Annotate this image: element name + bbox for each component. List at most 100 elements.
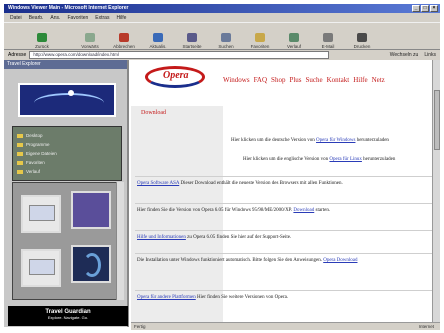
content-row: Hilfe und Informationen zu Opera 6.05 fi…: [137, 235, 292, 240]
menu-edit[interactable]: Bearb.: [29, 15, 44, 21]
sidebar-logo: [18, 83, 116, 117]
content-link[interactable]: Opera Software ASA: [137, 181, 179, 186]
menu-help[interactable]: Hilfe: [116, 15, 126, 21]
refresh-icon: [153, 33, 163, 42]
content-link[interactable]: Download: [293, 208, 314, 213]
content-row: Opera für andere Plattformen Hier finden…: [137, 295, 289, 300]
page-title: Download: [141, 110, 166, 116]
favorites-icon: [255, 33, 265, 42]
address-links: Wechseln zu Links: [390, 52, 436, 58]
thumbnail[interactable]: [71, 245, 111, 283]
content-row: Hier finden Sie die Version von Opera 6.…: [137, 208, 331, 213]
window-preview-icon: [29, 259, 55, 275]
window-controls: _ □ ×: [412, 5, 438, 12]
nav-item[interactable]: Netz: [372, 76, 385, 84]
back-button[interactable]: Zurück: [12, 25, 72, 49]
folder-icon: [17, 151, 23, 156]
nav-item[interactable]: Windows: [223, 76, 250, 84]
divider: [135, 230, 433, 231]
forward-arrow-icon: [85, 33, 95, 42]
forward-button[interactable]: Vorwärts: [74, 25, 106, 49]
home-icon: [187, 33, 197, 42]
content-link[interactable]: Opera Download: [323, 258, 357, 263]
page-content: Opera Windows FAQ Shop Plus Suche Kontak…: [131, 60, 440, 322]
thumbnail[interactable]: [21, 195, 61, 233]
sidebar-footer: Travel Guardian Explore. Navigate. Go.: [8, 306, 128, 326]
minimize-icon[interactable]: _: [412, 5, 420, 12]
divider: [135, 290, 433, 291]
search-icon: [221, 33, 231, 42]
links-button[interactable]: Links: [424, 52, 436, 58]
window-preview-icon: [29, 205, 55, 221]
tree-item[interactable]: Favoriten: [17, 158, 117, 167]
nav-item[interactable]: Shop: [271, 76, 285, 84]
content-link[interactable]: Opera für Linux: [329, 157, 362, 162]
address-input[interactable]: http://www.opera.com/download/index.html: [29, 51, 330, 59]
content-row: Hier klicken um die deutsche Version von…: [231, 138, 389, 143]
content-link[interactable]: Opera für Windows: [316, 138, 355, 143]
folder-icon: [17, 169, 23, 174]
content-row: Opera Software ASA Dieser Download enthä…: [137, 181, 343, 186]
content-scrollbar[interactable]: [432, 60, 440, 322]
folder-icon: [17, 133, 23, 138]
sidebar-scrollbar[interactable]: [116, 182, 124, 300]
status-zone: Internet: [418, 324, 434, 329]
content-row: Hier klicken um die englische Version vo…: [243, 157, 396, 162]
nav-item[interactable]: Hilfe: [353, 76, 367, 84]
status-text: Fertig: [134, 324, 146, 329]
toolbar: Zurück Vorwärts Abbrechen Aktualis. Star…: [4, 22, 440, 50]
menu-favorites[interactable]: Favoriten: [67, 15, 88, 21]
content-link[interactable]: Hilfe und Informationen: [137, 235, 186, 240]
history-button[interactable]: Verlauf: [278, 25, 310, 49]
content-link[interactable]: Opera für andere Plattformen: [137, 295, 196, 300]
tree-item[interactable]: Eigene Dateien: [17, 149, 117, 158]
mail-icon: [323, 33, 333, 42]
logo-dot-icon: [68, 90, 74, 96]
folder-icon: [17, 160, 23, 165]
thumbnail[interactable]: [21, 249, 61, 287]
print-icon: [357, 33, 367, 42]
folder-tree: Desktop Programme Eigene Dateien Favorit…: [12, 126, 122, 181]
go-button[interactable]: Wechseln zu: [390, 52, 419, 58]
opera-logo[interactable]: Opera: [139, 64, 209, 92]
tree-item[interactable]: Desktop: [17, 131, 117, 140]
menu-file[interactable]: Datei: [10, 15, 22, 21]
divider: [135, 176, 433, 177]
tree-item[interactable]: Verlauf: [17, 167, 117, 176]
stop-button[interactable]: Abbrechen: [108, 25, 140, 49]
close-icon[interactable]: ×: [430, 5, 438, 12]
swirl-icon: [83, 253, 101, 277]
thumbnail[interactable]: [71, 191, 111, 229]
search-button[interactable]: Suchen: [210, 25, 242, 49]
divider: [135, 203, 433, 204]
logo-arc-icon: [34, 93, 104, 113]
maximize-icon[interactable]: □: [421, 5, 429, 12]
folder-icon: [17, 142, 23, 147]
nav-item[interactable]: FAQ: [254, 76, 267, 84]
menu-view[interactable]: Ans.: [50, 15, 60, 21]
menu-bar: Datei Bearb. Ans. Favoriten Extras Hilfe: [4, 13, 440, 22]
back-arrow-icon: [37, 33, 47, 42]
print-button[interactable]: Drucken: [346, 25, 378, 49]
refresh-button[interactable]: Aktualis.: [142, 25, 174, 49]
favorites-button[interactable]: Favoriten: [244, 25, 276, 49]
thumbnail-panel: [12, 182, 124, 300]
tree-item[interactable]: Programme: [17, 140, 117, 149]
window-titlebar: Windows Viewer Main - Microsoft Internet…: [4, 4, 440, 13]
window-title: Windows Viewer Main - Microsoft Internet…: [8, 5, 129, 11]
stop-icon: [119, 33, 129, 42]
content-row: Die Installation unter Windows funktioni…: [137, 258, 358, 263]
menu-tools[interactable]: Extras: [95, 15, 109, 21]
nav-item[interactable]: Plus: [289, 76, 301, 84]
history-icon: [289, 33, 299, 42]
status-bar: Fertig Internet: [131, 322, 440, 330]
scrollbar-thumb[interactable]: [434, 90, 440, 150]
address-label: Adresse: [8, 52, 27, 58]
nav-item[interactable]: Kontakt: [327, 76, 350, 84]
nav-item[interactable]: Suche: [306, 76, 323, 84]
mail-button[interactable]: E-Mail: [312, 25, 344, 49]
site-nav: Windows FAQ Shop Plus Suche Kontakt Hilf…: [223, 76, 440, 84]
home-button[interactable]: Startseite: [176, 25, 208, 49]
explorer-sidebar: Travel Explorer Desktop Programme Eigene…: [4, 60, 129, 327]
divider: [135, 253, 433, 254]
